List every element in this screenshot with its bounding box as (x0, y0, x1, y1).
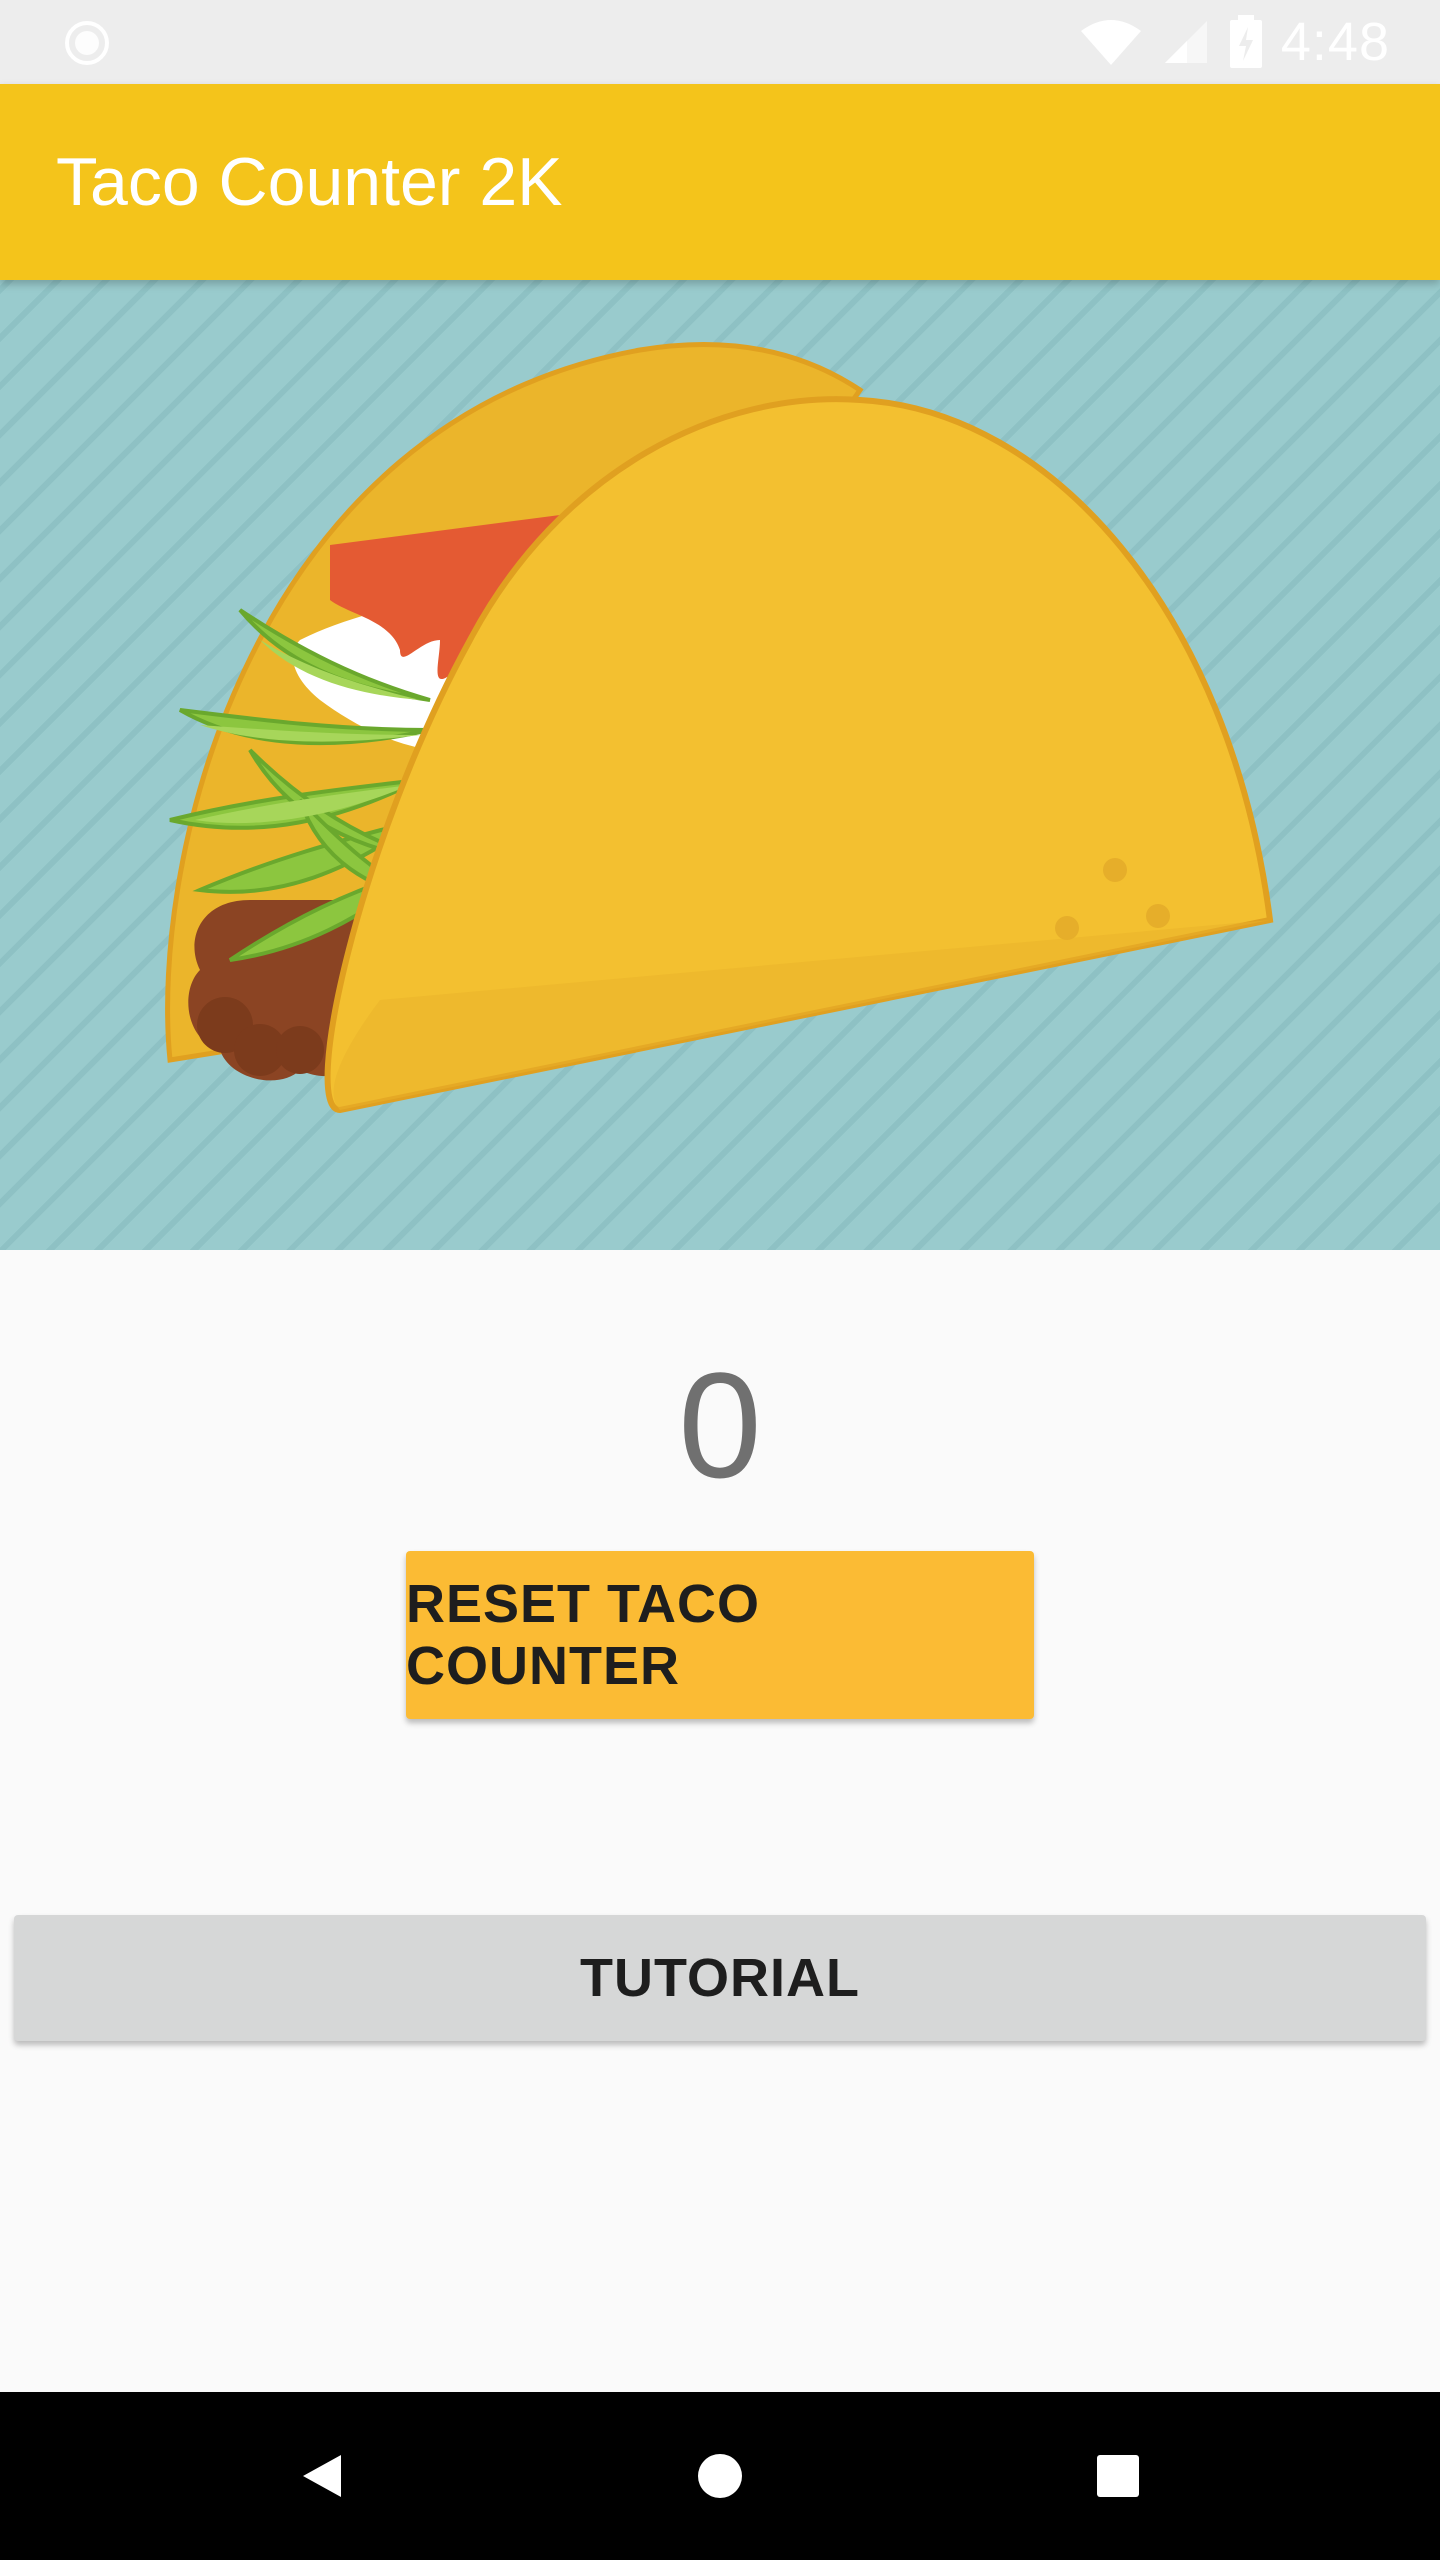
tutorial-button[interactable]: TUTORIAL (14, 1915, 1426, 2041)
home-button[interactable] (660, 2392, 780, 2560)
app-title: Taco Counter 2K (56, 144, 563, 220)
taco-icon (165, 342, 1274, 1114)
home-icon (698, 2454, 742, 2498)
status-bar: 4:48 (0, 0, 1440, 84)
status-time: 4:48 (1280, 12, 1390, 72)
back-button[interactable] (262, 2392, 382, 2560)
back-icon (303, 2455, 341, 2497)
reset-counter-button[interactable]: RESET TACO COUNTER (406, 1551, 1034, 1719)
taco-count: 0 (678, 1341, 762, 1509)
recents-button[interactable] (1058, 2392, 1178, 2560)
signal-icon (1164, 21, 1207, 63)
status-icons: 4:48 (1079, 0, 1390, 84)
notification-icon (65, 21, 109, 65)
wifi-icon (1080, 20, 1141, 65)
battery-charging-icon (1229, 15, 1262, 68)
app-bar: Taco Counter 2K (0, 84, 1440, 280)
recents-icon (1097, 2455, 1139, 2497)
taco-illustration (0, 280, 1440, 1250)
navigation-bar (0, 2392, 1440, 2560)
